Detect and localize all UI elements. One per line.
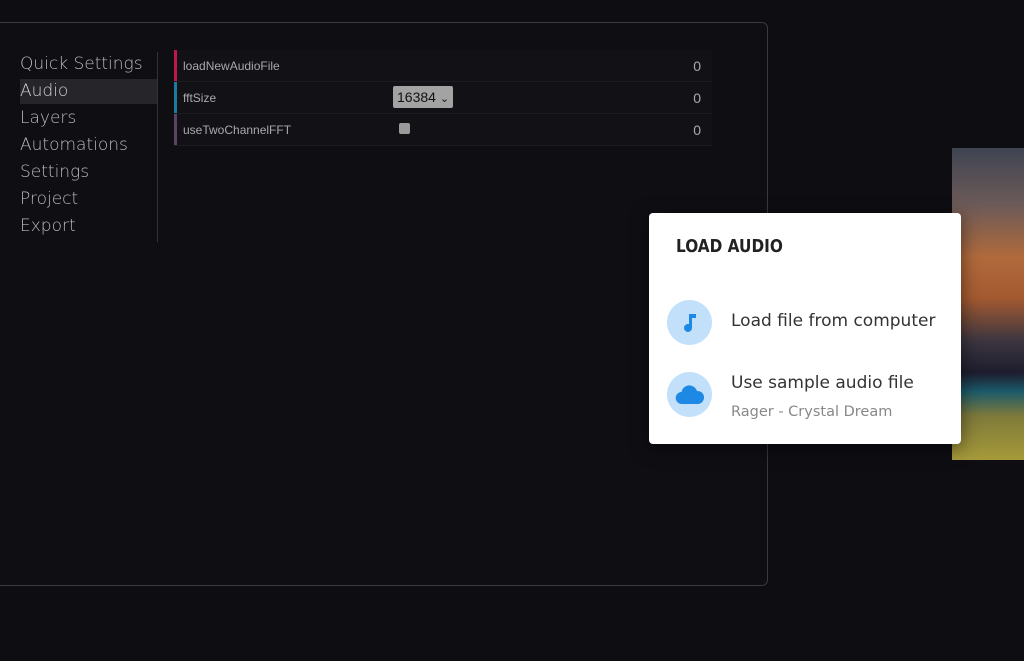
setting-label: fftSize [183,90,217,105]
nav-settings[interactable]: Settings [20,160,157,185]
use-two-channel-fft-checkbox[interactable] [399,123,410,134]
chevron-down-icon: ⌄ [439,93,450,105]
setting-value: 0 [693,89,701,106]
row-color-bar [174,50,177,81]
load-audio-dialog: LOAD AUDIO Load file from computer Use s… [649,213,961,444]
nav-quick-settings[interactable]: Quick Settings [20,52,157,77]
option-label: Load file from computer [731,311,936,331]
setting-value: 0 [693,57,701,74]
nav-project[interactable]: Project [20,187,157,212]
preview-image [952,148,1024,460]
cloud-icon [667,372,712,417]
setting-row-load-new-audio-file[interactable]: loadNewAudioFile 0 [174,50,712,82]
row-color-bar [174,82,177,113]
option-label: Use sample audio file [731,373,914,393]
setting-label: loadNewAudioFile [183,58,280,73]
option-sublabel: Rager - Crystal Dream [731,404,893,420]
music-note-icon [667,300,712,345]
dialog-title: LOAD AUDIO [676,236,783,257]
setting-row-fft-size: fftSize 16384 ⌄ 0 [174,82,712,114]
setting-label: useTwoChannelFFT [183,122,292,137]
nav-layers[interactable]: Layers [20,106,157,131]
audio-settings-list: loadNewAudioFile 0 fftSize 16384 ⌄ 0 use… [174,50,712,146]
row-color-bar [174,114,177,145]
sidebar-nav: Quick Settings Audio Layers Automations … [20,52,158,242]
nav-export[interactable]: Export [20,214,157,239]
use-sample-audio-option[interactable]: Use sample audio file Rager - Crystal Dr… [667,370,957,420]
select-value: 16384 [397,89,436,105]
load-file-from-computer-option[interactable]: Load file from computer [667,298,957,348]
fft-size-select[interactable]: 16384 ⌄ [393,86,454,108]
nav-automations[interactable]: Automations [20,133,157,158]
setting-value: 0 [693,121,701,138]
nav-audio[interactable]: Audio [20,79,157,104]
setting-row-use-two-channel-fft: useTwoChannelFFT 0 [174,114,712,146]
